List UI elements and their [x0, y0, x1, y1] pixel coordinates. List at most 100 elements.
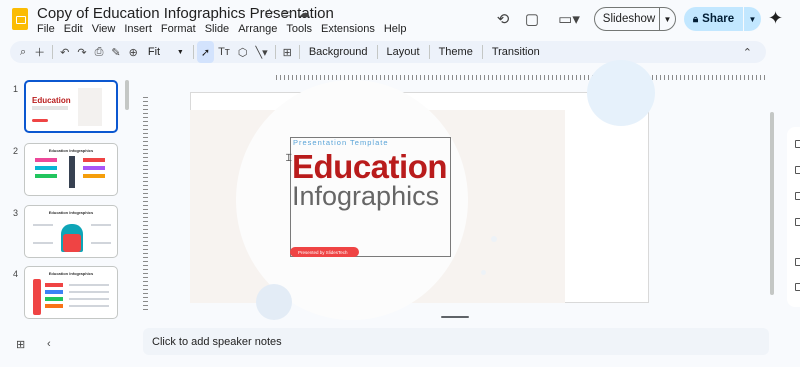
line-icon[interactable]: ╲▾: [251, 41, 271, 63]
thumb-bar: [35, 166, 57, 170]
collapse-panel-icon[interactable]: ‹: [47, 338, 51, 350]
share-label-wrap: 🔒︎ Share: [684, 13, 743, 25]
menu-help[interactable]: Help: [384, 23, 407, 35]
thumb-title: Education Infographics: [48, 210, 94, 215]
history-icon[interactable]: ⟲: [490, 6, 516, 32]
menu-arrange[interactable]: Arrange: [238, 23, 277, 35]
add-icon[interactable]: ＋: [30, 41, 49, 63]
menu-slide[interactable]: Slide: [205, 23, 229, 35]
slide-kicker[interactable]: Presentation Template: [293, 138, 389, 147]
slide-number: 4: [13, 269, 19, 279]
thumb-bar: [83, 166, 105, 170]
thumb-title: Education Infographics: [48, 271, 94, 276]
divider: [376, 45, 378, 59]
print-icon[interactable]: ⎙: [91, 41, 108, 63]
slideshow-label: Slideshow: [602, 13, 656, 25]
presented-by-text: Presented by SlidesTech: [298, 249, 348, 255]
thumb-line: [91, 242, 111, 244]
text-cursor-icon: Ɪ: [286, 153, 292, 164]
paint-format-icon[interactable]: ✎: [107, 41, 124, 63]
thumb-bar: [35, 174, 57, 178]
folder-icon[interactable]: ▭: [281, 6, 292, 20]
zoom-icon[interactable]: ⊕: [125, 41, 142, 63]
menu-edit[interactable]: Edit: [64, 23, 83, 35]
speaker-notes[interactable]: Click to add speaker notes: [143, 328, 769, 355]
slide-thumbnail-3[interactable]: Education Infographics: [24, 205, 118, 258]
transition-button[interactable]: Transition: [486, 41, 546, 63]
share-label: Share: [702, 13, 735, 25]
thumb-line: [33, 224, 53, 226]
thumb-line: [69, 284, 109, 286]
shape-icon[interactable]: ⬡: [234, 41, 252, 63]
menu-extensions[interactable]: Extensions: [321, 23, 375, 35]
text-box-icon[interactable]: Tт: [214, 41, 234, 63]
thumb-title: Education Infographics: [48, 148, 94, 153]
thumb-bar: [45, 297, 63, 301]
grid-view-icon[interactable]: ⊞: [16, 338, 25, 351]
divider: [428, 45, 430, 59]
slideshow-button[interactable]: Slideshow ▼: [594, 7, 676, 31]
thumb-bar: [45, 283, 63, 287]
slide-subtitle[interactable]: Infographics: [292, 181, 439, 212]
menu-tools[interactable]: Tools: [286, 23, 312, 35]
divider: [274, 45, 276, 59]
cloud-icon[interactable]: ☁: [298, 6, 310, 20]
slides-logo-icon[interactable]: [12, 8, 28, 30]
side-panel: [787, 127, 800, 307]
maps-icon[interactable]: [795, 258, 800, 266]
tasks-icon[interactable]: [795, 192, 800, 200]
vertical-ruler[interactable]: [143, 97, 148, 310]
thumb-bar: [45, 290, 63, 294]
share-dropdown-icon[interactable]: ▼: [743, 7, 761, 31]
canvas-scrollbar[interactable]: [770, 112, 774, 295]
slide-thumbnail-2[interactable]: Education Infographics: [24, 143, 118, 196]
share-button[interactable]: 🔒︎ Share ▼: [684, 7, 761, 31]
thumb-line: [91, 224, 111, 226]
contacts-icon[interactable]: [795, 218, 800, 226]
addons-icon[interactable]: [795, 283, 800, 291]
redo-icon[interactable]: ↷: [73, 41, 90, 63]
divider: [481, 45, 483, 59]
divider: [192, 45, 194, 59]
comment-add-icon[interactable]: ⊞: [279, 41, 296, 63]
star-icon[interactable]: ☆: [264, 6, 275, 20]
meet-icon[interactable]: ▭▾: [553, 6, 585, 32]
decor-dot: [481, 270, 486, 275]
zoom-label: Fit: [147, 46, 161, 58]
decor-dot: [491, 236, 497, 242]
slide-number: 3: [13, 208, 19, 218]
thumb-bar: [35, 158, 57, 162]
chevron-down-icon[interactable]: ▼: [659, 8, 675, 30]
select-icon[interactable]: ➚: [196, 41, 215, 63]
comment-icon[interactable]: ▢: [519, 6, 545, 32]
header: Copy of Education Infographics Presentat…: [0, 0, 800, 38]
thumb-line: [69, 305, 109, 307]
search-icon[interactable]: ⌕: [16, 41, 30, 63]
theme-button[interactable]: Theme: [433, 41, 479, 63]
thumb-line: [69, 298, 109, 300]
menu-view[interactable]: View: [92, 23, 116, 35]
slide-thumbnail-4[interactable]: Education Infographics: [24, 266, 118, 319]
layout-button[interactable]: Layout: [381, 41, 426, 63]
gemini-icon[interactable]: ✦: [768, 8, 783, 29]
toolbar: ⌕ ＋ ↶ ↷ ⎙ ✎ ⊕ Fit ▼ ➚ Tт ⬡ ╲▾ ⊞ Backgrou…: [10, 41, 766, 63]
menu-insert[interactable]: Insert: [124, 23, 152, 35]
thumb-pencil: [33, 279, 41, 315]
undo-icon[interactable]: ↶: [56, 41, 73, 63]
thumb-pencil: [69, 156, 75, 188]
thumb-line: [33, 242, 53, 244]
chevron-up-icon[interactable]: ⌃: [739, 41, 756, 63]
slide-thumbnail-1[interactable]: Education: [24, 80, 118, 133]
menu-file[interactable]: File: [37, 23, 55, 35]
filmstrip-scrollbar[interactable]: [125, 80, 129, 110]
lock-icon: 🔒︎: [692, 13, 699, 25]
keep-icon[interactable]: [795, 166, 800, 174]
background-button[interactable]: Background: [303, 41, 374, 63]
presented-by-badge[interactable]: Presented by SlidesTech: [290, 247, 359, 257]
menu-bar: File Edit View Insert Format Slide Arran…: [37, 23, 406, 35]
zoom-select[interactable]: Fit ▼: [142, 41, 190, 63]
calendar-icon[interactable]: [795, 140, 800, 148]
notes-resize-handle[interactable]: [441, 316, 469, 318]
decor-circle: [256, 284, 292, 320]
menu-format[interactable]: Format: [161, 23, 196, 35]
